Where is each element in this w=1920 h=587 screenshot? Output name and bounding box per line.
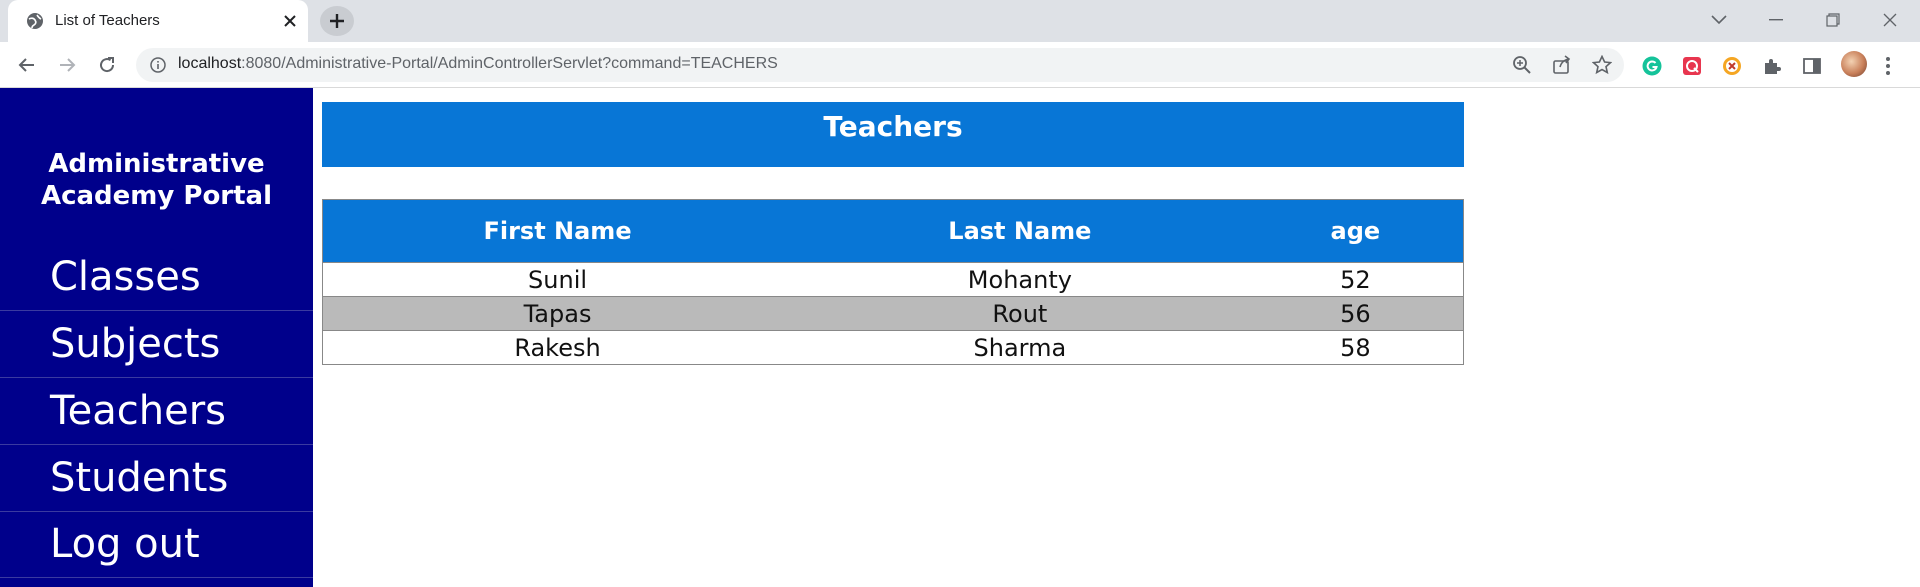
- extension-red-icon[interactable]: [1682, 56, 1702, 76]
- close-icon[interactable]: [280, 11, 300, 31]
- reload-icon[interactable]: [93, 51, 121, 79]
- sidebar-item-label: Classes: [50, 254, 201, 300]
- forward-arrow-icon[interactable]: [53, 51, 81, 79]
- cell-last-name: Rout: [792, 296, 1248, 331]
- cell-age: 52: [1247, 262, 1464, 297]
- column-header-last-name: Last Name: [792, 199, 1248, 263]
- address-bar[interactable]: localhost:8080/Administrative-Portal/Adm…: [136, 48, 1624, 82]
- cell-first-name: Tapas: [322, 296, 793, 331]
- table-row: Rakesh Sharma 58: [322, 330, 1464, 365]
- url-text[interactable]: localhost:8080/Administrative-Portal/Adm…: [178, 55, 778, 73]
- tab-title: List of Teachers: [55, 12, 160, 29]
- sidebar-item-teachers[interactable]: Teachers: [0, 378, 313, 445]
- sidebar-item-label: Log out: [50, 521, 200, 567]
- brand-line1: Administrative: [48, 149, 265, 179]
- cell-age: 56: [1247, 296, 1464, 331]
- window-close-icon[interactable]: [1878, 8, 1902, 32]
- brand-line2: Academy Portal: [40, 181, 273, 211]
- cell-first-name: Sunil: [322, 262, 793, 297]
- sidebar-item-subjects[interactable]: Subjects: [0, 311, 313, 378]
- page-title: Teachers: [823, 110, 963, 143]
- browser-tab[interactable]: List of Teachers: [8, 0, 308, 42]
- info-icon[interactable]: [150, 57, 166, 73]
- tab-strip: List of Teachers: [0, 0, 1920, 42]
- globe-icon: [27, 13, 43, 29]
- zoom-icon[interactable]: [1512, 55, 1532, 75]
- more-menu-icon[interactable]: [1878, 56, 1898, 76]
- column-header-age: age: [1247, 199, 1464, 263]
- sidebar-item-label: Subjects: [50, 321, 221, 367]
- grammarly-icon[interactable]: [1642, 56, 1662, 76]
- share-icon[interactable]: [1552, 55, 1572, 75]
- sidebar-item-classes[interactable]: Classes: [0, 244, 313, 311]
- cell-first-name: Rakesh: [322, 330, 793, 365]
- column-header-first-name: First Name: [322, 199, 793, 263]
- url-path: :8080/Administrative-Portal/AdminControl…: [241, 55, 778, 72]
- profile-avatar[interactable]: [1841, 51, 1867, 77]
- minimize-icon[interactable]: [1764, 8, 1788, 32]
- table-header-row: First Name Last Name age: [322, 199, 1464, 263]
- cell-last-name: Sharma: [792, 330, 1248, 365]
- table-row: Tapas Rout 56: [322, 296, 1464, 331]
- url-host: localhost: [178, 55, 242, 72]
- new-tab-button[interactable]: [320, 6, 354, 36]
- cell-last-name: Mohanty: [792, 262, 1248, 297]
- extension-orange-icon[interactable]: [1722, 56, 1742, 76]
- star-icon[interactable]: [1592, 55, 1612, 75]
- browser-toolbar: localhost:8080/Administrative-Portal/Adm…: [0, 42, 1920, 88]
- sidebar-item-label: Students: [50, 455, 229, 501]
- sidebar-item-logout[interactable]: Log out: [0, 511, 313, 578]
- chevron-down-icon[interactable]: [1707, 8, 1731, 32]
- brand-title: Administrative Academy Portal: [0, 148, 313, 212]
- cell-age: 58: [1247, 330, 1464, 365]
- sidebar-item-label: Teachers: [50, 388, 226, 434]
- puzzle-icon[interactable]: [1762, 56, 1782, 76]
- teachers-table: First Name Last Name age Sunil Mohanty 5…: [322, 199, 1464, 365]
- table-row: Sunil Mohanty 52: [322, 262, 1464, 297]
- side-panel-icon[interactable]: [1802, 56, 1822, 76]
- restore-icon[interactable]: [1821, 8, 1845, 32]
- page-title-bar: Teachers: [322, 102, 1464, 167]
- sidebar-item-students[interactable]: Students: [0, 445, 313, 512]
- back-arrow-icon[interactable]: [13, 51, 41, 79]
- sidebar: Administrative Academy Portal Classes Su…: [0, 88, 313, 587]
